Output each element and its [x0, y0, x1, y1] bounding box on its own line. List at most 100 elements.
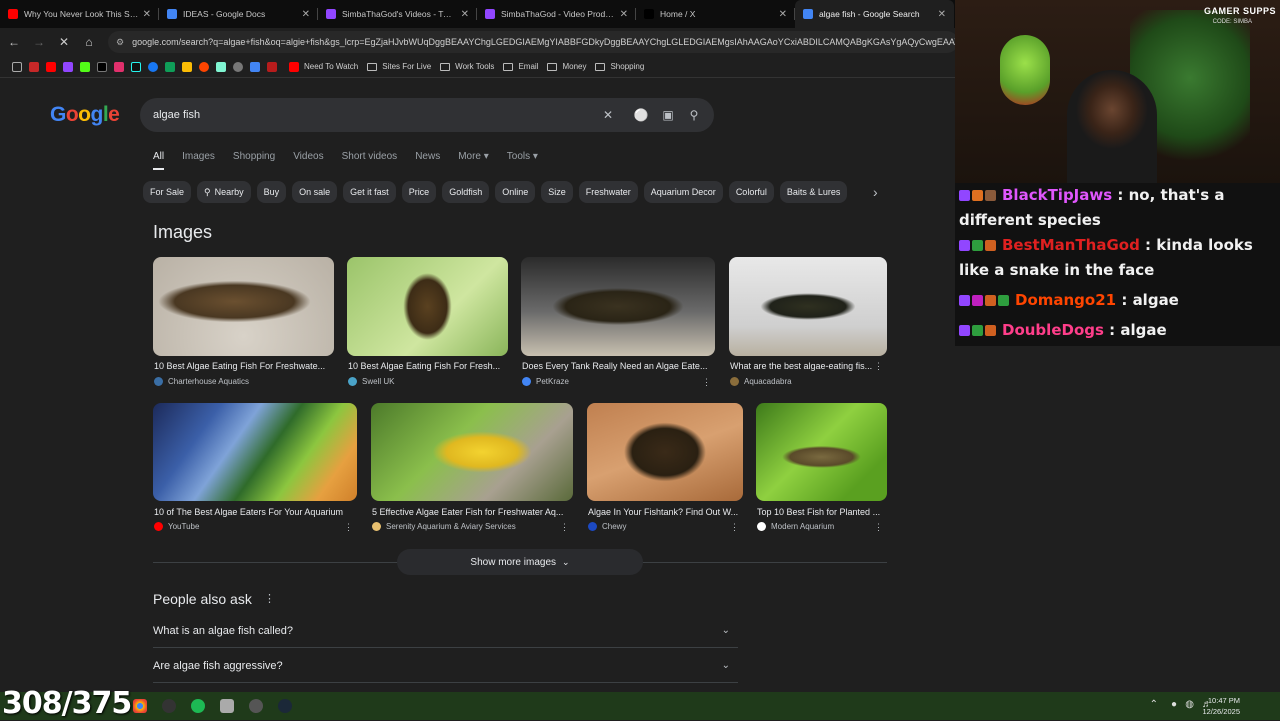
image-caption[interactable]: 10 of The Best Algae Eaters For Your Aqu… [154, 507, 354, 517]
chip-freshwater[interactable]: Freshwater [578, 181, 638, 203]
paa-question[interactable]: Are algae fish aggressive? ⌄ [153, 649, 738, 683]
bookmark-shopping[interactable]: Shopping [595, 62, 644, 71]
globe-icon[interactable] [232, 61, 243, 72]
chip-baits-lures[interactable]: Baits & Lures [779, 181, 848, 203]
tray-up-icon[interactable]: ⌃ [1150, 699, 1158, 710]
clear-icon[interactable]: ✕ [600, 107, 616, 123]
image-caption[interactable]: Algae In Your Fishtank? Find Out W... [588, 507, 740, 517]
more-options-icon[interactable]: ⋮ [874, 361, 883, 372]
site-info-icon[interactable]: ⚙ [116, 37, 124, 48]
chip-on-sale[interactable]: On sale [292, 181, 338, 203]
image-result[interactable]: 10 Best Algae Eating Fish For Freshwate.… [153, 257, 334, 387]
browser-tab[interactable]: SimbaThaGod's Videos - Twitch ✕ [318, 0, 477, 28]
browser-tab[interactable]: SimbaThaGod - Video Producer ✕ [477, 0, 636, 28]
bookmark-sites-for-live[interactable]: Sites For Live [367, 62, 431, 71]
image-caption[interactable]: What are the best algae-eating fis... [730, 361, 880, 371]
paa-question[interactable]: What is an algae fish called? ⌄ [153, 614, 738, 648]
chip-for-sale[interactable]: For Sale [143, 181, 192, 203]
spotify-icon[interactable] [191, 699, 205, 713]
chip-online[interactable]: Online [495, 181, 536, 203]
close-tab-icon[interactable]: ✕ [143, 9, 151, 20]
back-icon[interactable]: ← [3, 31, 25, 53]
image-result[interactable]: Does Every Tank Really Need an Algae Eat… [521, 257, 715, 387]
image-result[interactable]: What are the best algae-eating fis... Aq… [729, 257, 887, 387]
search-input[interactable]: algae fish ✕ ⚪ ▣ ⚲ [140, 98, 714, 132]
filter-short-videos[interactable]: Short videos [342, 151, 398, 170]
tiktok-icon[interactable] [130, 61, 141, 72]
more-options-icon[interactable]: ⋮ [874, 522, 883, 533]
forward-icon[interactable]: → [28, 31, 50, 53]
sheets-icon[interactable] [164, 61, 175, 72]
fish-thumbnail[interactable] [371, 403, 573, 501]
filter-shopping[interactable]: Shopping [233, 151, 275, 170]
close-tab-icon[interactable]: ✕ [938, 9, 946, 20]
close-tab-icon[interactable]: ✕ [779, 9, 787, 20]
more-options-icon[interactable]: ⋮ [344, 522, 353, 533]
twitch-icon[interactable] [62, 61, 73, 72]
drive-icon[interactable] [181, 61, 192, 72]
system-clock[interactable]: 10:47 PM 12/26/2025 [1202, 695, 1240, 717]
browser-tab[interactable]: algae fish - Google Search ✕ [795, 0, 954, 28]
fish-thumbnail[interactable] [153, 403, 357, 501]
more-options-icon[interactable]: ⋮ [702, 377, 711, 388]
filter-all[interactable]: All [153, 151, 165, 170]
image-caption[interactable]: Does Every Tank Really Need an Algae Eat… [522, 361, 712, 371]
chip-colorful[interactable]: Colorful [728, 181, 774, 203]
apps-icon[interactable] [11, 61, 22, 72]
chrome-icon[interactable] [133, 699, 147, 713]
filter-images[interactable]: Images [182, 151, 215, 170]
steam-icon[interactable] [278, 699, 292, 713]
image-result[interactable]: 5 Effective Algae Eater Fish for Freshwa… [371, 403, 573, 533]
fish-thumbnail[interactable] [521, 257, 715, 356]
close-bookmark-icon[interactable] [266, 61, 277, 72]
close-tab-icon[interactable]: ✕ [302, 9, 310, 20]
chip-get-it-fast[interactable]: Get it fast [343, 181, 396, 203]
chip-buy[interactable]: Buy [256, 181, 287, 203]
image-result[interactable]: Top 10 Best Fish for Planted ... Modern … [756, 403, 887, 533]
facebook-icon[interactable] [147, 61, 158, 72]
image-source[interactable]: YouTube [154, 522, 199, 531]
image-result[interactable]: 10 of The Best Algae Eaters For Your Aqu… [153, 403, 357, 533]
chip-goldfish[interactable]: Goldfish [442, 181, 490, 203]
docs-icon[interactable] [249, 61, 260, 72]
bookmark-work-tools[interactable]: Work Tools [440, 62, 494, 71]
chip-price[interactable]: Price [401, 181, 437, 203]
bookmark-need-to-watch[interactable]: Need To Watch [289, 61, 358, 72]
image-caption[interactable]: 10 Best Algae Eating Fish For Freshwate.… [154, 361, 332, 371]
image-source[interactable]: Charterhouse Aquatics [154, 377, 249, 386]
fish-thumbnail[interactable] [153, 257, 334, 356]
search-icon[interactable]: ⚲ [686, 107, 702, 123]
settings-icon[interactable] [249, 699, 263, 713]
chevron-right-icon[interactable]: › [873, 184, 878, 200]
fish-thumbnail[interactable] [347, 257, 508, 356]
image-caption[interactable]: 5 Effective Algae Eater Fish for Freshwa… [372, 507, 572, 517]
bookmark-email[interactable]: Email [503, 62, 538, 71]
show-more-images-button[interactable]: Show more images ⌄ [397, 549, 643, 575]
image-caption[interactable]: Top 10 Best Fish for Planted ... [757, 507, 885, 517]
obs-icon[interactable] [162, 699, 176, 713]
google-logo[interactable]: Google [50, 103, 120, 127]
lens-icon[interactable]: ▣ [660, 107, 676, 123]
image-source[interactable]: Swell UK [348, 377, 394, 386]
image-source[interactable]: PetKraze [522, 377, 569, 386]
streamlabs-icon[interactable] [215, 61, 226, 72]
more-options-icon[interactable]: ⋮ [560, 522, 569, 533]
fish-thumbnail[interactable] [587, 403, 743, 501]
fish-thumbnail[interactable] [756, 403, 887, 501]
image-source[interactable]: Aquacadabra [730, 377, 792, 386]
browser-tab[interactable]: Home / X ✕ [636, 0, 795, 28]
image-source[interactable]: Serenity Aquarium & Aviary Services [372, 522, 516, 531]
chip-aquarium-decor[interactable]: Aquarium Decor [643, 181, 723, 203]
image-source[interactable]: Modern Aquarium [757, 522, 834, 531]
filter-videos[interactable]: Videos [293, 151, 323, 170]
more-options-icon[interactable]: ⋮ [730, 522, 739, 533]
network-icon[interactable]: ◍ [1185, 699, 1194, 710]
reddit-icon[interactable] [198, 61, 209, 72]
home-icon[interactable]: ⌂ [78, 31, 100, 53]
filter-news[interactable]: News [415, 151, 440, 170]
fish-thumbnail[interactable] [729, 257, 887, 356]
kick-icon[interactable] [79, 61, 90, 72]
image-source[interactable]: Chewy [588, 522, 626, 531]
image-caption[interactable]: 10 Best Algae Eating Fish For Fresh... [348, 361, 506, 371]
browser-tab[interactable]: Why You Never Look This Sharp ✕ [0, 0, 159, 28]
